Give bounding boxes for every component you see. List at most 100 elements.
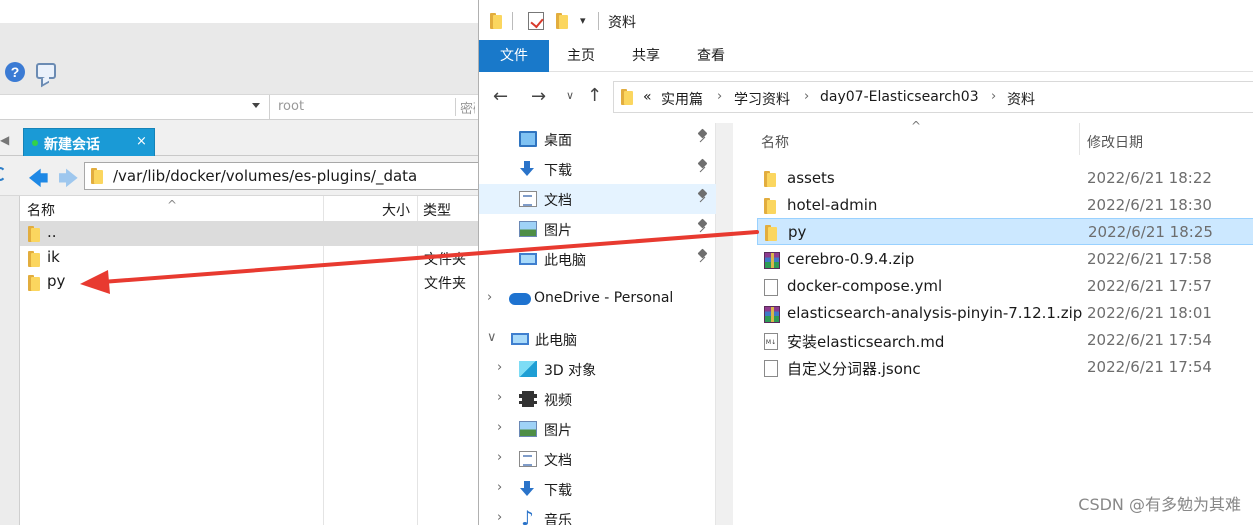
list-item-selected[interactable]: py 2022/6/21 18:25 bbox=[757, 218, 1253, 245]
nav-item-downloads-pc[interactable]: › 下载 bbox=[479, 474, 716, 504]
list-item[interactable]: docker-compose.yml 2022/6/21 17:57 bbox=[757, 273, 1253, 300]
chevron-down-icon[interactable] bbox=[252, 103, 260, 108]
chevron-right-icon[interactable]: › bbox=[804, 89, 809, 104]
file-list: ^ 名称 修改日期 assets 2022/6/21 18:22 hotel-a… bbox=[733, 119, 1253, 525]
list-item[interactable]: 自定义分词器.jsonc 2022/6/21 17:54 bbox=[757, 354, 1253, 381]
breadcrumb-item[interactable]: 实用篇 bbox=[661, 89, 703, 109]
chevron-right-icon[interactable]: › bbox=[497, 480, 502, 495]
back-arrow-icon[interactable]: 🡄 bbox=[28, 164, 49, 198]
ribbon-tabs: 文件 主页 共享 查看 bbox=[479, 40, 1253, 72]
tab-scroll-left-icon[interactable]: ◀ bbox=[0, 133, 9, 147]
tab-home[interactable]: 主页 bbox=[559, 40, 603, 72]
chat-icon[interactable] bbox=[36, 63, 56, 79]
file-date: 2022/6/21 17:57 bbox=[1087, 277, 1212, 295]
list-side-rail bbox=[0, 196, 20, 525]
folder-icon bbox=[765, 225, 777, 241]
navigation-scrollbar[interactable] bbox=[716, 123, 733, 525]
nav-item-this-pc[interactable]: ∨ 此电脑 bbox=[479, 324, 716, 354]
nav-item-videos[interactable]: › 视频 bbox=[479, 384, 716, 414]
close-icon[interactable]: × bbox=[136, 134, 147, 149]
nav-item-label: 此电脑 bbox=[544, 253, 586, 269]
folder-icon bbox=[28, 251, 40, 267]
table-row[interactable]: ik 文件夹 bbox=[20, 246, 478, 271]
nav-item-downloads[interactable]: 下载 bbox=[479, 154, 716, 184]
chevron-right-icon[interactable]: › bbox=[497, 450, 502, 465]
file-name: cerebro-0.9.4.zip bbox=[787, 250, 915, 268]
username-input[interactable]: root bbox=[278, 99, 304, 114]
list-item[interactable]: cerebro-0.9.4.zip 2022/6/21 17:58 bbox=[757, 246, 1253, 273]
password-input[interactable]: 密码 bbox=[455, 98, 475, 116]
breadcrumb-item[interactable]: 学习资料 bbox=[734, 89, 790, 109]
chevron-right-icon[interactable]: › bbox=[497, 510, 502, 525]
customize-toolbar-icon[interactable]: ▾ bbox=[580, 14, 586, 27]
new-folder-icon[interactable] bbox=[556, 13, 568, 29]
file-icon bbox=[764, 279, 778, 296]
sort-ascending-icon: ^ bbox=[167, 198, 178, 212]
breadcrumb-item[interactable]: 资料 bbox=[1007, 89, 1035, 109]
column-header-size[interactable]: 大小 bbox=[382, 200, 410, 220]
tab-view[interactable]: 查看 bbox=[689, 40, 733, 72]
pin-icon[interactable] bbox=[697, 190, 707, 204]
chevron-right-icon[interactable]: › bbox=[497, 390, 502, 405]
file-name: 安装elasticsearch.md bbox=[787, 333, 945, 351]
chevron-right-icon[interactable]: › bbox=[717, 89, 722, 104]
folder-icon bbox=[28, 275, 40, 291]
computer-icon bbox=[511, 333, 529, 345]
tab-share[interactable]: 共享 bbox=[624, 40, 668, 72]
list-item[interactable]: hotel-admin 2022/6/21 18:30 bbox=[757, 192, 1253, 219]
back-arrow-icon[interactable]: ← bbox=[493, 86, 508, 107]
address-bar[interactable]: « 实用篇 › 学习资料 › day07-Elasticsearch03 › 资… bbox=[613, 81, 1253, 113]
host-bar: root 密码 bbox=[0, 95, 478, 120]
nav-item-this-pc-pinned[interactable]: 此电脑 bbox=[479, 244, 716, 274]
pin-icon[interactable] bbox=[697, 220, 707, 234]
table-row[interactable]: py 文件夹 bbox=[20, 270, 478, 295]
folder-icon bbox=[490, 13, 502, 29]
remote-path-input[interactable]: /var/lib/docker/volumes/es-plugins/_data bbox=[84, 162, 478, 190]
list-item[interactable]: M↓ 安装elasticsearch.md 2022/6/21 17:54 bbox=[757, 327, 1253, 354]
left-toolbar: ? bbox=[0, 23, 478, 95]
list-item[interactable]: elasticsearch-analysis-pinyin-7.12.1.zip… bbox=[757, 300, 1253, 327]
chevron-right-icon[interactable]: › bbox=[497, 360, 502, 375]
forward-arrow-icon[interactable]: → bbox=[531, 86, 546, 107]
nav-item-pictures[interactable]: 图片 bbox=[479, 214, 716, 244]
nav-item-onedrive[interactable]: › OneDrive - Personal bbox=[479, 284, 716, 314]
table-row[interactable]: .. bbox=[20, 221, 478, 246]
host-input[interactable] bbox=[0, 95, 270, 119]
tab-new-session[interactable]: 新建会话 × bbox=[23, 128, 155, 156]
properties-icon[interactable] bbox=[528, 12, 544, 30]
column-header-name[interactable]: 名称 bbox=[761, 132, 789, 152]
chevron-right-icon[interactable]: › bbox=[991, 89, 996, 104]
file-date: 2022/6/21 18:22 bbox=[1087, 169, 1212, 187]
pin-icon[interactable] bbox=[697, 160, 707, 174]
row-name: .. bbox=[47, 223, 57, 241]
pin-icon[interactable] bbox=[697, 250, 707, 264]
folder-icon bbox=[764, 171, 776, 187]
chevron-right-icon[interactable]: › bbox=[487, 290, 492, 305]
up-arrow-icon[interactable]: ↑ bbox=[587, 85, 602, 106]
recent-locations-icon[interactable]: ∨ bbox=[566, 89, 574, 102]
nav-item-documents-pc[interactable]: › 文档 bbox=[479, 444, 716, 474]
nav-item-documents[interactable]: 文档 bbox=[479, 184, 716, 214]
file-date: 2022/6/21 17:58 bbox=[1087, 250, 1212, 268]
remote-file-list: 名称 ^ 大小 类型 .. ik 文件夹 py 文件夹 bbox=[0, 195, 478, 525]
column-header-modified[interactable]: 修改日期 bbox=[1087, 132, 1143, 152]
column-header-type[interactable]: 类型 bbox=[423, 200, 451, 220]
sftp-client-window: ? root 密码 ◀ 新建会话 × 🡄 🡆 /var/lib/docker/v… bbox=[0, 0, 478, 525]
help-icon[interactable]: ? bbox=[5, 62, 25, 82]
column-divider[interactable] bbox=[1079, 123, 1080, 155]
pin-icon[interactable] bbox=[697, 130, 707, 144]
chevron-down-icon[interactable]: ∨ bbox=[487, 330, 497, 345]
nav-item-pictures-pc[interactable]: › 图片 bbox=[479, 414, 716, 444]
breadcrumb-item[interactable]: day07-Elasticsearch03 bbox=[820, 89, 979, 105]
chevron-right-icon[interactable]: › bbox=[497, 420, 502, 435]
breadcrumb-overflow[interactable]: « bbox=[643, 89, 652, 105]
nav-item-desktop[interactable]: 桌面 bbox=[479, 124, 716, 154]
nav-item-label: 图片 bbox=[544, 423, 572, 439]
tab-file[interactable]: 文件 bbox=[479, 40, 549, 72]
nav-item-music[interactable]: › 音乐 bbox=[479, 504, 716, 525]
refresh-icon[interactable] bbox=[0, 167, 6, 181]
list-item[interactable]: assets 2022/6/21 18:22 bbox=[757, 165, 1253, 192]
column-header-name[interactable]: 名称 ^ bbox=[27, 198, 177, 220]
nav-item-3d-objects[interactable]: › 3D 对象 bbox=[479, 354, 716, 384]
forward-arrow-icon[interactable]: 🡆 bbox=[58, 164, 79, 198]
